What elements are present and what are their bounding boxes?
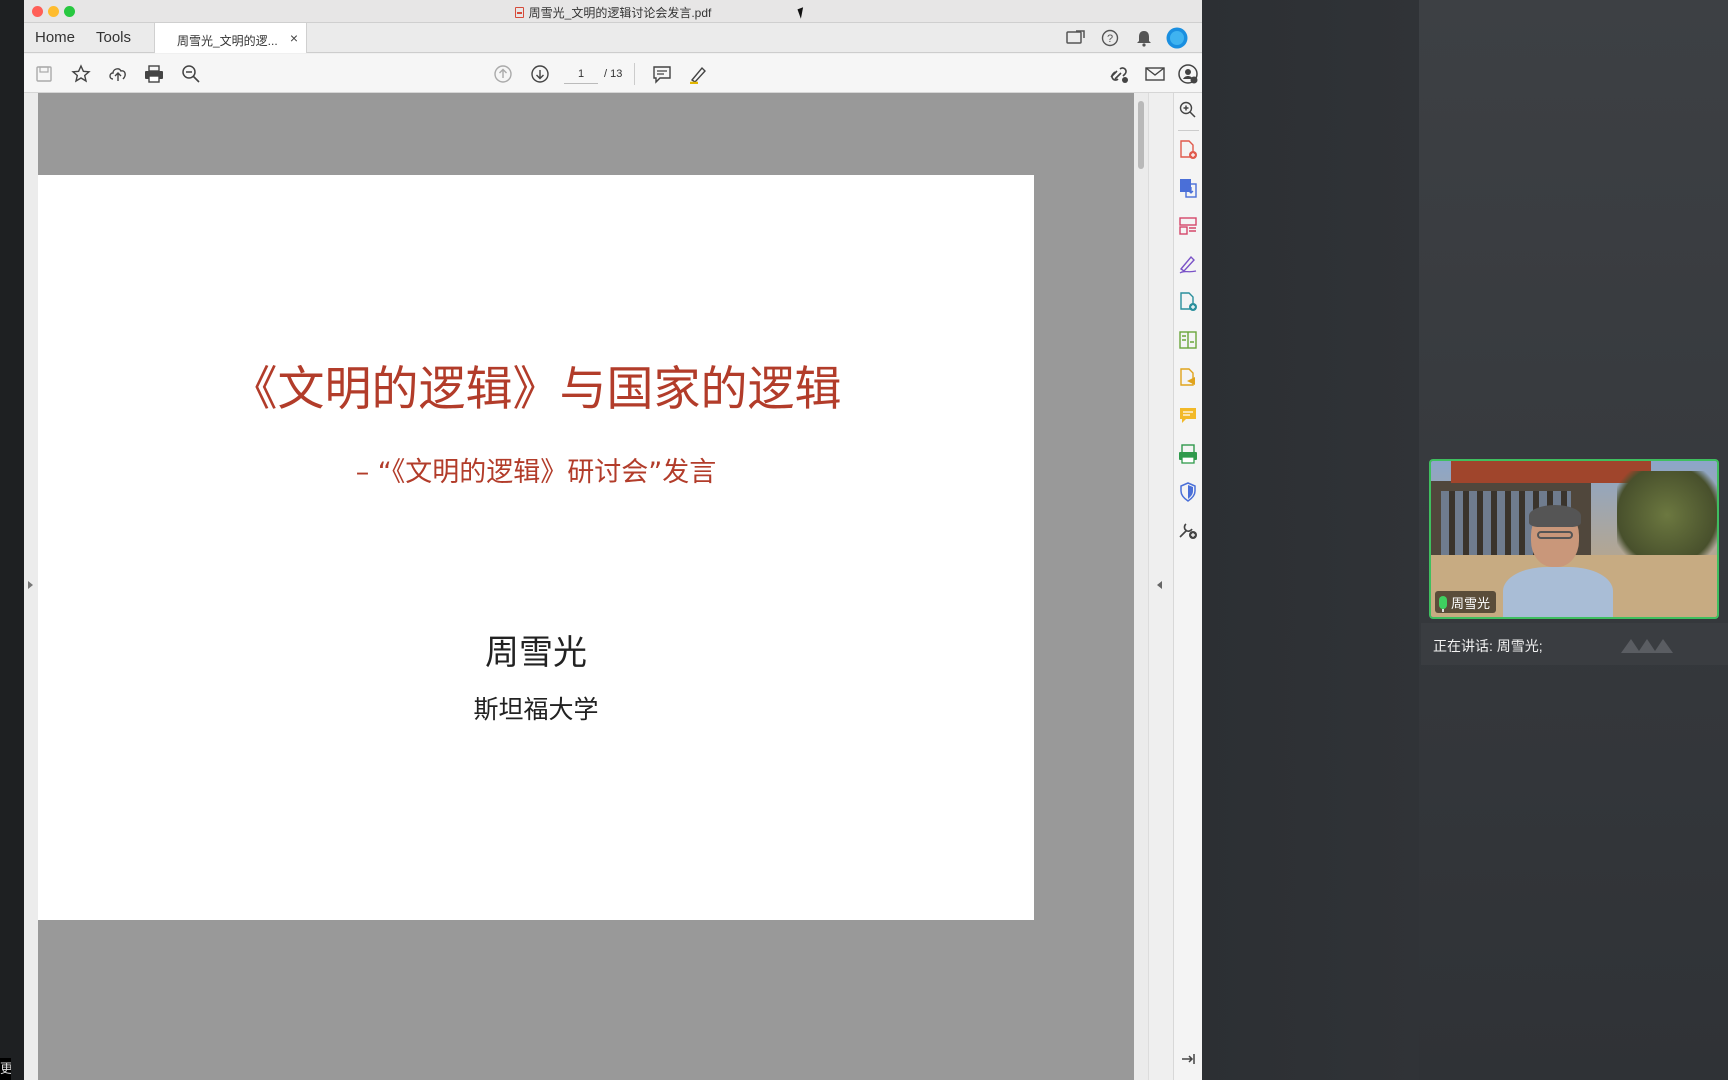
scan-ocr-icon[interactable] — [1177, 443, 1199, 465]
zoom-out-icon[interactable] — [179, 62, 203, 86]
pdf-page: 《文明的逻辑》与国家的逻辑 – “《文明的逻辑》研讨会”发言 周雪光 斯坦福大学 — [38, 175, 1034, 920]
help-icon[interactable]: ? — [1099, 27, 1121, 49]
speaking-indicator: 正在讲话: 周雪光; — [1421, 623, 1728, 665]
zoom-in-icon[interactable] — [1177, 99, 1199, 121]
document-viewer[interactable]: 《文明的逻辑》与国家的逻辑 – “《文明的逻辑》研讨会”发言 周雪光 斯坦福大学 — [24, 93, 1172, 1080]
tab-home[interactable]: Home — [35, 29, 75, 46]
tab-document[interactable]: 周雪光_文明的逻... × — [154, 23, 307, 53]
organize-pages-icon[interactable] — [1177, 215, 1199, 237]
left-pane-toggle[interactable] — [24, 93, 38, 1080]
corner-text: 更 — [0, 1058, 11, 1080]
print-icon[interactable] — [142, 62, 166, 86]
close-tab-button[interactable]: × — [290, 30, 298, 46]
participant-name: 周雪光 — [1451, 595, 1491, 611]
microphone-icon — [1439, 595, 1447, 612]
window-titlebar: 周雪光_文明的逻辑讨论会发言.pdf — [24, 0, 1202, 23]
expand-panel-icon[interactable] — [1177, 1048, 1199, 1070]
comment-icon[interactable] — [1177, 405, 1199, 427]
compress-icon[interactable] — [1177, 329, 1199, 351]
right-pane-toggle[interactable] — [1148, 93, 1173, 1080]
scrollbar-thumb[interactable] — [1138, 101, 1144, 169]
document-title: 《文明的逻辑》与国家的逻辑 — [230, 362, 842, 417]
document-affiliation: 斯坦福大学 — [473, 695, 599, 724]
highlight-pen-icon[interactable] — [686, 62, 710, 86]
video-body — [1503, 567, 1613, 617]
speaking-text: 正在讲话: 周雪光; — [1433, 638, 1543, 654]
expand-left-arrow-icon — [28, 581, 33, 589]
pdf-file-icon — [514, 7, 524, 18]
upload-cloud-icon[interactable] — [106, 62, 130, 86]
left-desktop-strip: 更 — [0, 0, 24, 1080]
document-tab-label: 周雪光_文明的逻... — [177, 34, 278, 48]
page-up-icon[interactable] — [491, 62, 515, 86]
meeting-panel: 周雪光 正在讲话: 周雪光; — [1419, 0, 1728, 1080]
collapse-right-arrow-icon — [1157, 581, 1162, 589]
video-hair — [1529, 505, 1581, 527]
vertical-scrollbar[interactable] — [1134, 93, 1148, 1080]
tab-bar: Home Tools 周雪光_文明的逻... × ? — [24, 23, 1202, 53]
desktop-background — [1202, 0, 1419, 1080]
main-toolbar: 1 / 13 — [24, 54, 1202, 93]
notification-bell-icon[interactable] — [1133, 27, 1155, 49]
window-title: 周雪光_文明的逻辑讨论会发言.pdf — [24, 4, 1202, 21]
tab-tools[interactable]: Tools — [96, 29, 131, 46]
video-participant-figure — [1503, 505, 1613, 617]
request-signature-icon[interactable] — [1177, 367, 1199, 389]
page-total: / 13 — [604, 68, 623, 80]
bookmark-star-icon[interactable] — [69, 62, 93, 86]
fill-sign-icon[interactable] — [1177, 253, 1199, 275]
participant-video[interactable]: 周雪光 — [1429, 459, 1719, 619]
avatar[interactable] — [1166, 27, 1188, 49]
save-icon[interactable] — [32, 62, 56, 86]
share-user-icon[interactable] — [1176, 62, 1200, 86]
participant-name-tag: 周雪光 — [1435, 591, 1497, 613]
link-icon[interactable] — [1107, 62, 1131, 86]
rail-divider — [1178, 130, 1199, 131]
svg-text:?: ? — [1107, 33, 1113, 45]
document-author: 周雪光 — [485, 633, 587, 673]
meeting-app-logo-icon — [1621, 639, 1673, 653]
edit-pdf-icon[interactable] — [1177, 291, 1199, 313]
page-number-input[interactable]: 1 — [564, 64, 598, 84]
document-subtitle: – “《文明的逻辑》研讨会”发言 — [355, 457, 717, 488]
screen-share-icon[interactable] — [1065, 27, 1087, 49]
tools-rail — [1173, 93, 1202, 1080]
acrobat-window: 周雪光_文明的逻辑讨论会发言.pdf Home Tools 周雪光_文明的逻..… — [24, 0, 1202, 1080]
create-pdf-icon[interactable] — [1177, 139, 1199, 161]
protect-icon[interactable] — [1177, 481, 1199, 503]
toolbar-divider — [634, 63, 635, 85]
window-title-text: 周雪光_文明的逻辑讨论会发言.pdf — [528, 6, 712, 20]
video-glasses — [1537, 531, 1573, 539]
mail-icon[interactable] — [1143, 62, 1167, 86]
export-pdf-icon[interactable] — [1177, 177, 1199, 199]
page-down-icon[interactable] — [528, 62, 552, 86]
comment-icon[interactable] — [650, 62, 674, 86]
more-tools-icon[interactable] — [1177, 519, 1199, 541]
